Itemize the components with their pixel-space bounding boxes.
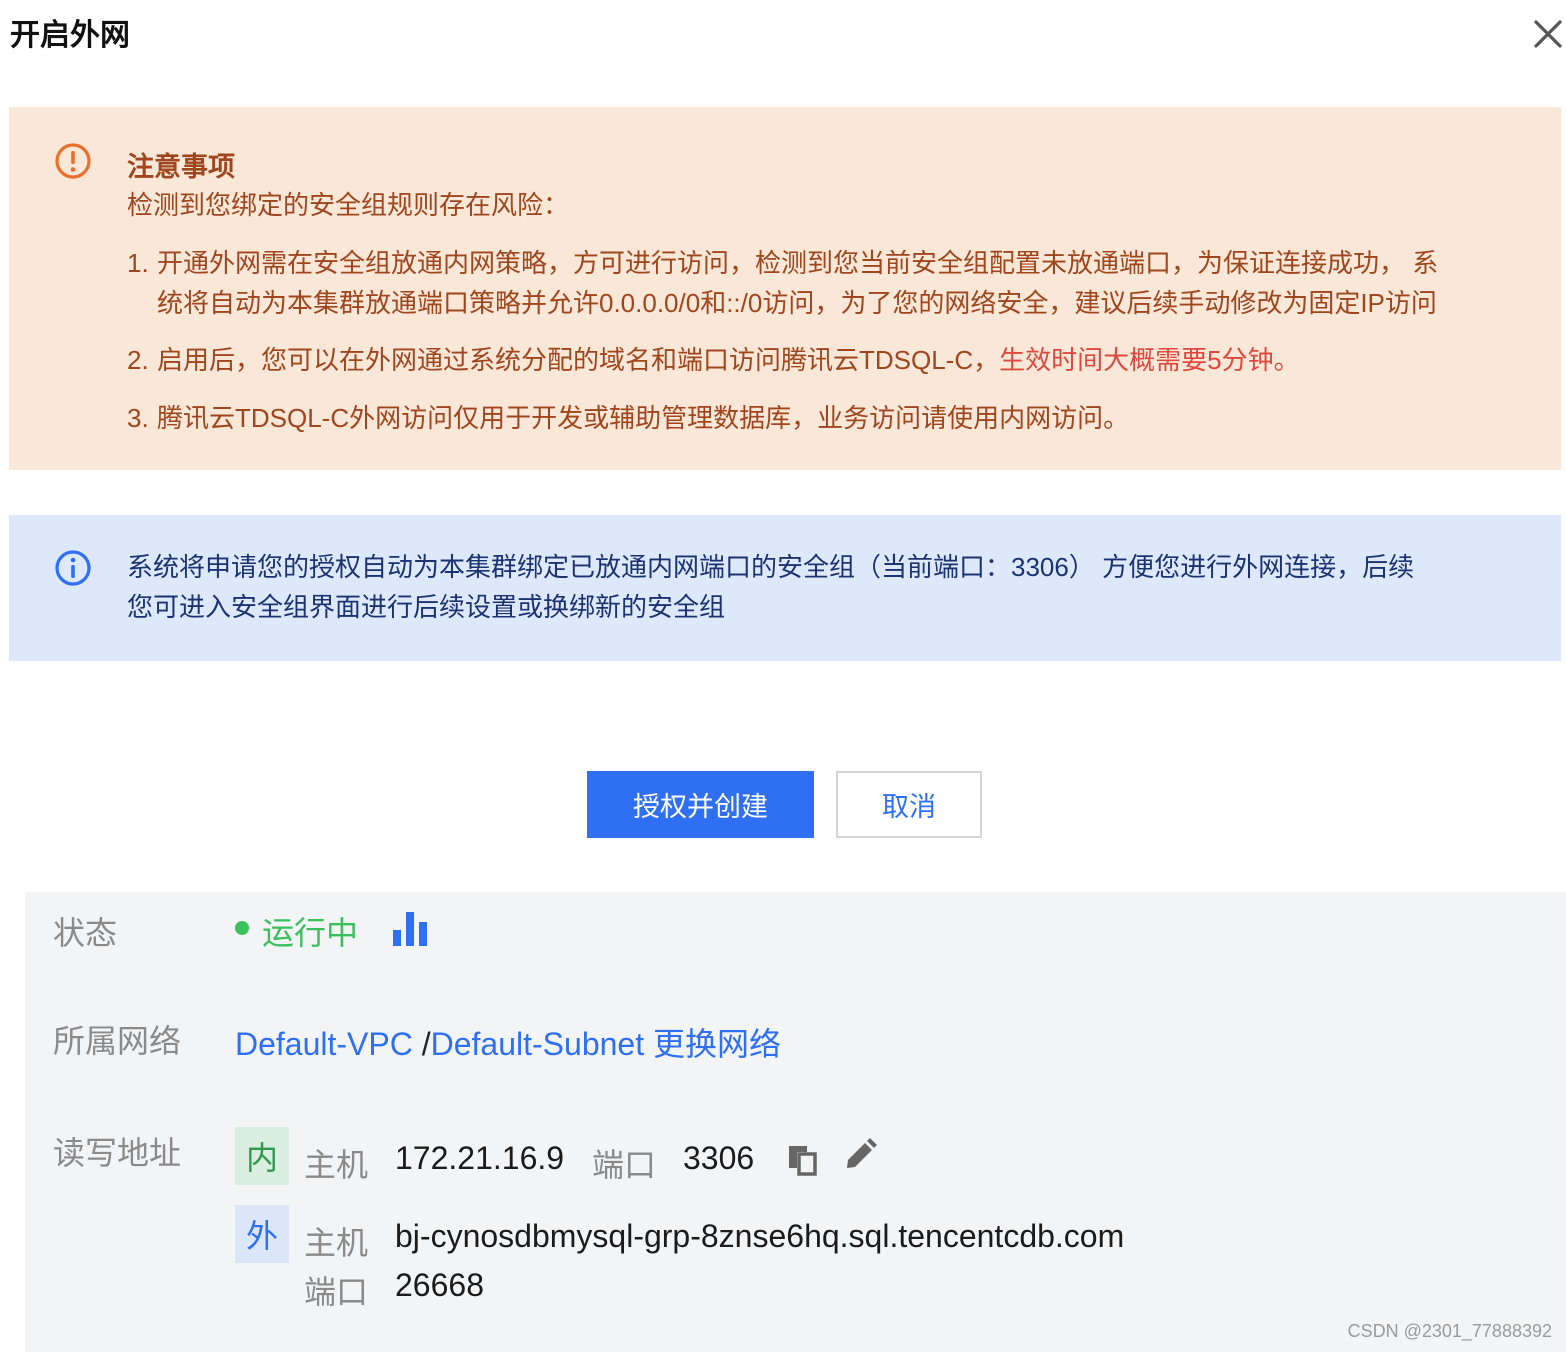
warning-notice: 注意事项 检测到您绑定的安全组规则存在风险： 1. 开通外网需在安全组放通内网策略… — [9, 107, 1561, 470]
status-dot — [235, 921, 249, 935]
cancel-button[interactable]: 取消 — [836, 771, 982, 838]
info-text-line: 您可进入安全组界面进行后续设置或换绑新的安全组 — [127, 592, 726, 622]
warning-icon — [54, 142, 92, 180]
authorize-create-button[interactable]: 授权并创建 — [587, 771, 814, 838]
status-value: 运行中 — [262, 915, 359, 951]
change-network-link[interactable]: 更换网络 — [653, 1026, 781, 1062]
warning-item-number: 1. — [127, 248, 149, 278]
warning-item-text: 启用后，您可以在外网通过系统分配的域名和端口访问腾讯云TDSQL-C， — [157, 345, 1000, 375]
info-icon — [54, 549, 92, 587]
inner-host-value: 172.21.16.9 — [395, 1140, 565, 1176]
warning-item-number: 2. — [127, 345, 149, 375]
vpc-link[interactable]: Default-VPC — [235, 1026, 413, 1062]
inner-port-key: 端口 — [592, 1147, 657, 1183]
copy-icon[interactable] — [785, 1142, 819, 1178]
warning-item-text: 开通外网需在安全组放通内网策略，方可进行访问，检测到您当前安全组配置未放通端口，… — [157, 248, 1439, 278]
address-label: 读写地址 — [53, 1135, 182, 1171]
warning-title: 注意事项 — [127, 152, 235, 182]
network-value: Default-VPC /Default-Subnet 更换网络 — [235, 1019, 781, 1065]
warning-subtitle: 检测到您绑定的安全组规则存在风险： — [127, 190, 570, 220]
outer-host-value: bj-cynosdbmysql-grp-8znse6hq.sql.tencent… — [395, 1218, 1125, 1254]
inner-host-key: 主机 — [304, 1147, 369, 1183]
warning-item-3: 3. 腾讯云TDSQL-C外网访问仅用于开发或辅助管理数据库，业务访问请使用内网访… — [127, 398, 1129, 438]
outer-port-key: 端口 — [304, 1274, 369, 1310]
info-text-line: 系统将申请您的授权自动为本集群绑定已放通内网端口的安全组（当前端口：3306） … — [127, 552, 1415, 582]
dialog-title: 开启外网 — [10, 19, 130, 52]
outer-host-key: 主机 — [304, 1225, 369, 1261]
status-label: 状态 — [53, 915, 118, 951]
warning-item-1: 1. 开通外网需在安全组放通内网策略，方可进行访问，检测到您当前安全组配置未放通端… — [127, 243, 1487, 323]
inner-tag: 内 — [235, 1127, 289, 1185]
warning-item-2: 2. 启用后，您可以在外网通过系统分配的域名和端口访问腾讯云TDSQL-C，生效时… — [127, 340, 1300, 380]
subnet-link[interactable]: Default-Subnet — [431, 1026, 644, 1062]
close-icon[interactable] — [1528, 14, 1566, 54]
outer-tag: 外 — [235, 1205, 289, 1263]
monitor-chart-icon[interactable] — [391, 910, 431, 948]
network-label: 所属网络 — [53, 1023, 182, 1059]
info-notice: 系统将申请您的授权自动为本集群绑定已放通内网端口的安全组（当前端口：3306） … — [9, 515, 1561, 661]
outer-port-value: 26668 — [395, 1267, 484, 1303]
warning-item-number: 3. — [127, 403, 149, 433]
warning-item-highlight: 生效时间大概需要5分钟。 — [999, 345, 1300, 375]
inner-port-value: 3306 — [683, 1140, 755, 1176]
edit-icon[interactable] — [843, 1138, 877, 1172]
warning-item-text: 统将自动为本集群放通端口策略并允许0.0.0.0/0和::/0访问，为了您的网络… — [157, 288, 1437, 318]
warning-item-text: 腾讯云TDSQL-C外网访问仅用于开发或辅助管理数据库，业务访问请使用内网访问。 — [157, 403, 1130, 433]
instance-details-panel: 状态 运行中 所属网络 Default-VPC /Default-Subnet … — [25, 892, 1566, 1352]
info-text: 系统将申请您的授权自动为本集群绑定已放通内网端口的安全组（当前端口：3306） … — [127, 547, 1467, 627]
network-separator: / — [421, 1026, 431, 1062]
watermark: CSDN @2301_77888392 — [1347, 1321, 1552, 1341]
